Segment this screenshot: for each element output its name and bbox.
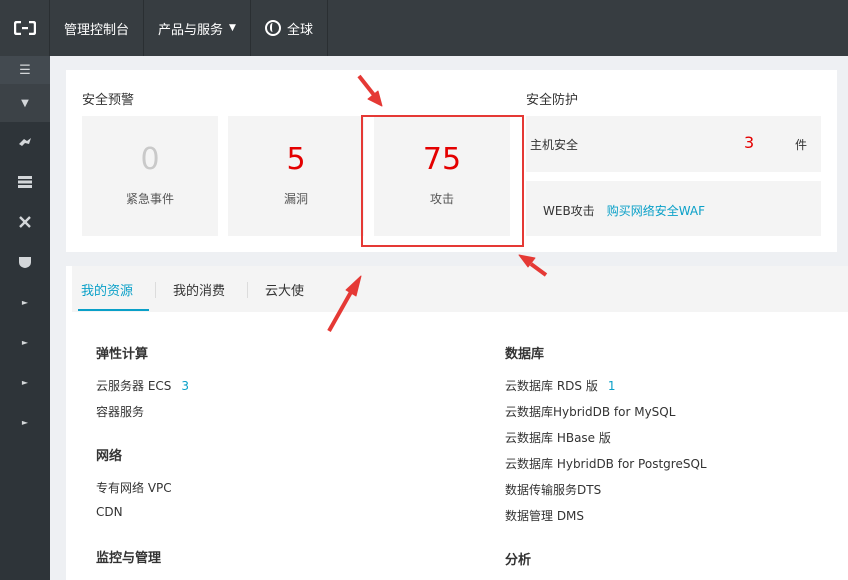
annotation-arrows	[327, 74, 548, 332]
annotation-arrow-right	[518, 254, 548, 277]
annotation-arrow-top	[357, 74, 383, 107]
annotation-arrow-bottom	[327, 275, 362, 332]
